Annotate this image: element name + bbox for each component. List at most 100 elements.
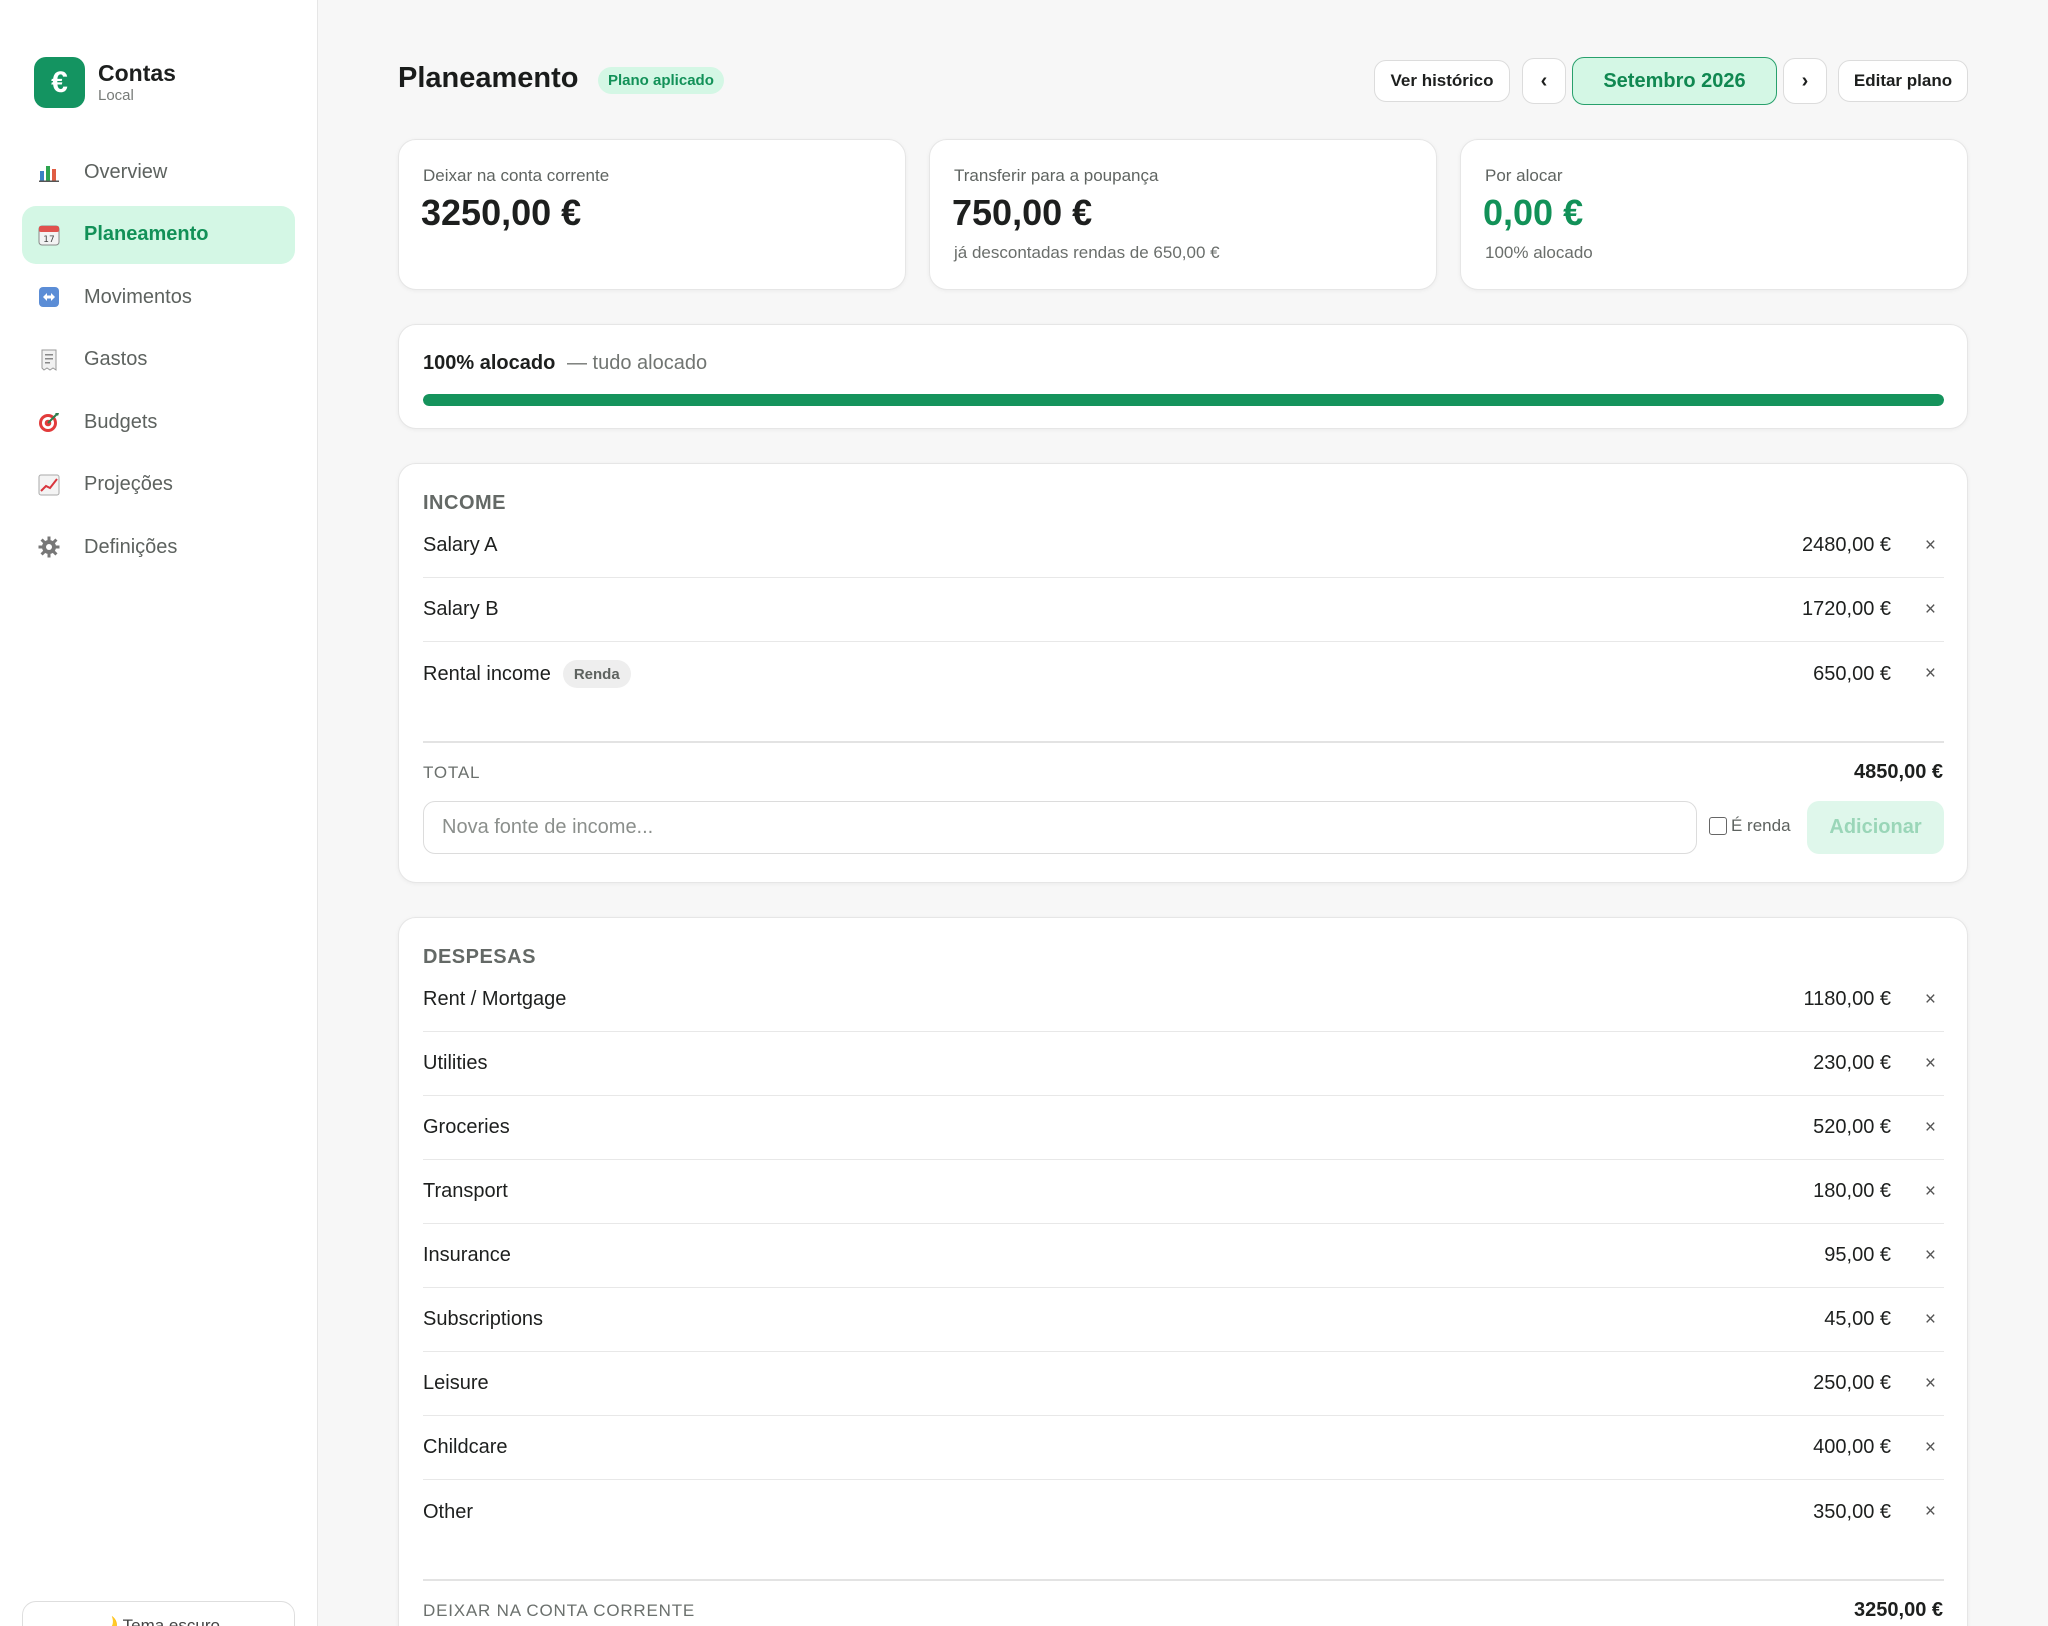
bar-chart-icon [38, 161, 60, 183]
list-item: Salary A 2480,00 € × [423, 514, 1944, 578]
list-item: Rent / Mortgage 1180,00 € × [423, 968, 1944, 1032]
sidebar: € Contas Local Overview 17 Planeamento M… [0, 0, 318, 1626]
sidebar-item-label: Gastos [84, 348, 148, 370]
list-item: Groceries 520,00 € × [423, 1096, 1944, 1160]
item-name: Utilities [423, 1052, 488, 1074]
income-list: Salary A 2480,00 € × Salary B 1720,00 € … [423, 514, 1944, 706]
stat-value: 0,00 € [1483, 192, 1584, 233]
close-icon[interactable]: × [1891, 1117, 1944, 1139]
close-icon[interactable]: × [1891, 1245, 1944, 1267]
stat-card-checking: Deixar na conta corrente 3250,00 € [398, 139, 906, 290]
sidebar-item-gastos[interactable]: Gastos [22, 331, 295, 389]
sidebar-nav: Overview 17 Planeamento Movimentos Gasto… [22, 143, 295, 581]
app-name: Contas [98, 59, 176, 86]
item-amount[interactable]: 520,00 € [1691, 1116, 1891, 1139]
new-income-input[interactable] [423, 801, 1697, 854]
checking-total-value: 3250,00 € [1854, 1599, 1943, 1621]
app-subtitle: Local [98, 86, 134, 104]
stat-value: 3250,00 € [421, 192, 582, 233]
theme-toggle-button[interactable]: 🌙 Tema escuro [22, 1601, 295, 1626]
item-amount[interactable]: 350,00 € [1691, 1501, 1891, 1524]
stat-card-savings: Transferir para a poupança 750,00 € já d… [929, 139, 1437, 290]
list-item: Rental income Renda 650,00 € × [423, 642, 1944, 706]
item-amount[interactable]: 400,00 € [1691, 1436, 1891, 1459]
list-item: Leisure 250,00 € × [423, 1352, 1944, 1416]
sidebar-item-label: Definições [84, 535, 178, 558]
item-name: Rent / Mortgage [423, 988, 567, 1010]
history-button[interactable]: Ver histórico [1374, 60, 1510, 102]
section-title: INCOME [423, 492, 506, 514]
expenses-section: DESPESAS Rent / Mortgage 1180,00 € × Utili… [398, 917, 1968, 1626]
item-amount[interactable]: 230,00 € [1691, 1052, 1891, 1075]
list-item: Insurance 95,00 € × [423, 1224, 1944, 1288]
arrows-icon [38, 286, 60, 308]
renda-checkbox[interactable] [1709, 817, 1727, 835]
add-income-button[interactable]: Adicionar [1807, 801, 1944, 854]
item-name: Subscriptions [423, 1308, 544, 1330]
allocation-summary: 100% alocado [423, 352, 556, 374]
renda-checkbox-group[interactable]: É renda [1709, 816, 1791, 836]
target-icon [38, 411, 60, 433]
item-amount[interactable]: 650,00 € [1691, 663, 1891, 686]
item-name: Salary A [423, 534, 498, 556]
close-icon[interactable]: × [1891, 989, 1944, 1011]
calendar-icon: 17 [38, 224, 60, 246]
sidebar-item-planeamento[interactable]: 17 Planeamento [22, 205, 295, 264]
chevron-left-icon[interactable]: ‹ [1522, 58, 1566, 104]
sidebar-item-label: Budgets [84, 410, 158, 433]
sidebar-item-projecoes[interactable]: Projeções [22, 456, 295, 514]
item-amount[interactable]: 180,00 € [1691, 1180, 1891, 1203]
item-amount[interactable]: 45,00 € [1691, 1308, 1891, 1331]
total-value: 4850,00 € [1854, 761, 1943, 783]
stat-label: Por alocar [1485, 166, 1563, 185]
close-icon[interactable]: × [1891, 535, 1944, 557]
expenses-list: Rent / Mortgage 1180,00 € × Utilities 230,0… [423, 968, 1944, 1544]
item-amount[interactable]: 2480,00 € [1691, 534, 1891, 557]
edit-plan-button[interactable]: Editar plano [1838, 60, 1968, 102]
allocation-status: — tudo alocado [567, 352, 708, 374]
brand[interactable]: € Contas Local [34, 57, 176, 108]
sidebar-item-budgets[interactable]: Budgets [22, 393, 295, 451]
sidebar-item-label: Planeamento [84, 223, 209, 245]
stat-label: Transferir para a poupança [954, 166, 1159, 185]
close-icon[interactable]: × [1891, 1373, 1944, 1395]
checking-total-label: DEIXAR NA CONTA CORRENTE [423, 1601, 696, 1620]
month-selector[interactable]: Setembro 2026 [1572, 57, 1777, 105]
close-icon[interactable]: × [1891, 1437, 1944, 1459]
sidebar-item-movimentos[interactable]: Movimentos [22, 268, 295, 326]
list-item: Subscriptions 45,00 € × [423, 1288, 1944, 1352]
item-name: Leisure [423, 1372, 489, 1394]
list-item: Transport 180,00 € × [423, 1160, 1944, 1224]
allocation-progress-card: 100% alocado — tudo alocado [398, 324, 1968, 429]
svg-text:17: 17 [43, 235, 54, 245]
renda-badge: Renda [562, 660, 631, 688]
list-item: Other 350,00 € × [423, 1480, 1944, 1544]
euro-logo-icon: € [34, 57, 85, 108]
income-section: INCOME Salary A 2480,00 € × Salary B 172… [398, 463, 1968, 883]
sidebar-item-overview[interactable]: Overview [22, 143, 295, 201]
close-icon[interactable]: × [1891, 1501, 1944, 1523]
stat-card-unallocated: Por alocar 0,00 € 100% alocado [1460, 139, 1968, 290]
close-icon[interactable]: × [1891, 1181, 1944, 1203]
page-title: Planeamento [398, 62, 579, 94]
chevron-right-icon[interactable]: › [1783, 58, 1827, 104]
divider [423, 741, 1944, 743]
gear-icon [38, 536, 60, 558]
stat-value: 750,00 € [952, 192, 1093, 233]
list-item: Childcare 400,00 € × [423, 1416, 1944, 1480]
list-item: Salary B 1720,00 € × [423, 578, 1944, 642]
close-icon[interactable]: × [1891, 1309, 1944, 1331]
sidebar-item-label: Movimentos [84, 285, 192, 308]
close-icon[interactable]: × [1891, 663, 1944, 685]
close-icon[interactable]: × [1891, 1053, 1944, 1075]
sidebar-item-label: Overview [84, 160, 168, 183]
stat-label: Deixar na conta corrente [423, 166, 610, 185]
sidebar-item-definicoes[interactable]: Definições [22, 518, 295, 576]
close-icon[interactable]: × [1891, 599, 1944, 621]
item-amount[interactable]: 95,00 € [1691, 1244, 1891, 1267]
progress-bar [423, 394, 1944, 406]
item-amount[interactable]: 1720,00 € [1691, 598, 1891, 621]
renda-checkbox-label[interactable]: É renda [1731, 816, 1791, 836]
item-amount[interactable]: 1180,00 € [1691, 988, 1892, 1011]
item-amount[interactable]: 250,00 € [1691, 1372, 1891, 1395]
